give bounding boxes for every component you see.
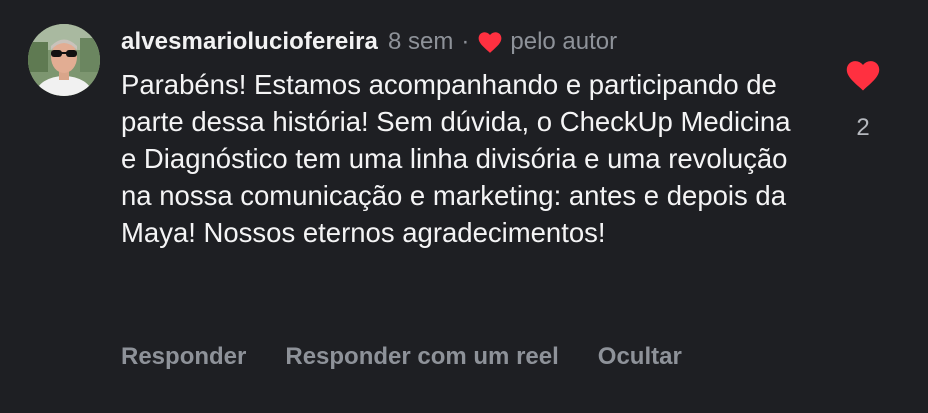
comment-text: Parabéns! Estamos acompanhando e partici… [121, 69, 791, 248]
avatar[interactable] [28, 24, 100, 96]
heart-icon [479, 32, 502, 53]
like-count[interactable]: 2 [838, 114, 888, 142]
comment-meta: alvesmarioluciofereira 8 sem · pelo auto… [121, 26, 821, 58]
comment-actions: Responder Responder com um reel Ocultar [121, 343, 721, 371]
timestamp: 8 sem [388, 28, 454, 55]
heart-icon[interactable] [844, 58, 882, 92]
like-control: 2 [838, 58, 888, 142]
reply-button[interactable]: Responder [121, 343, 246, 371]
separator: · [461, 28, 470, 55]
comment-item: alvesmarioluciofereira 8 sem · pelo auto… [0, 0, 928, 413]
liked-by-author-label: pelo autor [510, 28, 618, 55]
hide-button[interactable]: Ocultar [598, 343, 682, 371]
comment-body: alvesmarioluciofereira 8 sem · pelo auto… [121, 26, 821, 251]
reply-with-reel-button[interactable]: Responder com um reel [285, 343, 558, 371]
avatar-image [28, 24, 100, 96]
username[interactable]: alvesmarioluciofereira [121, 28, 378, 56]
